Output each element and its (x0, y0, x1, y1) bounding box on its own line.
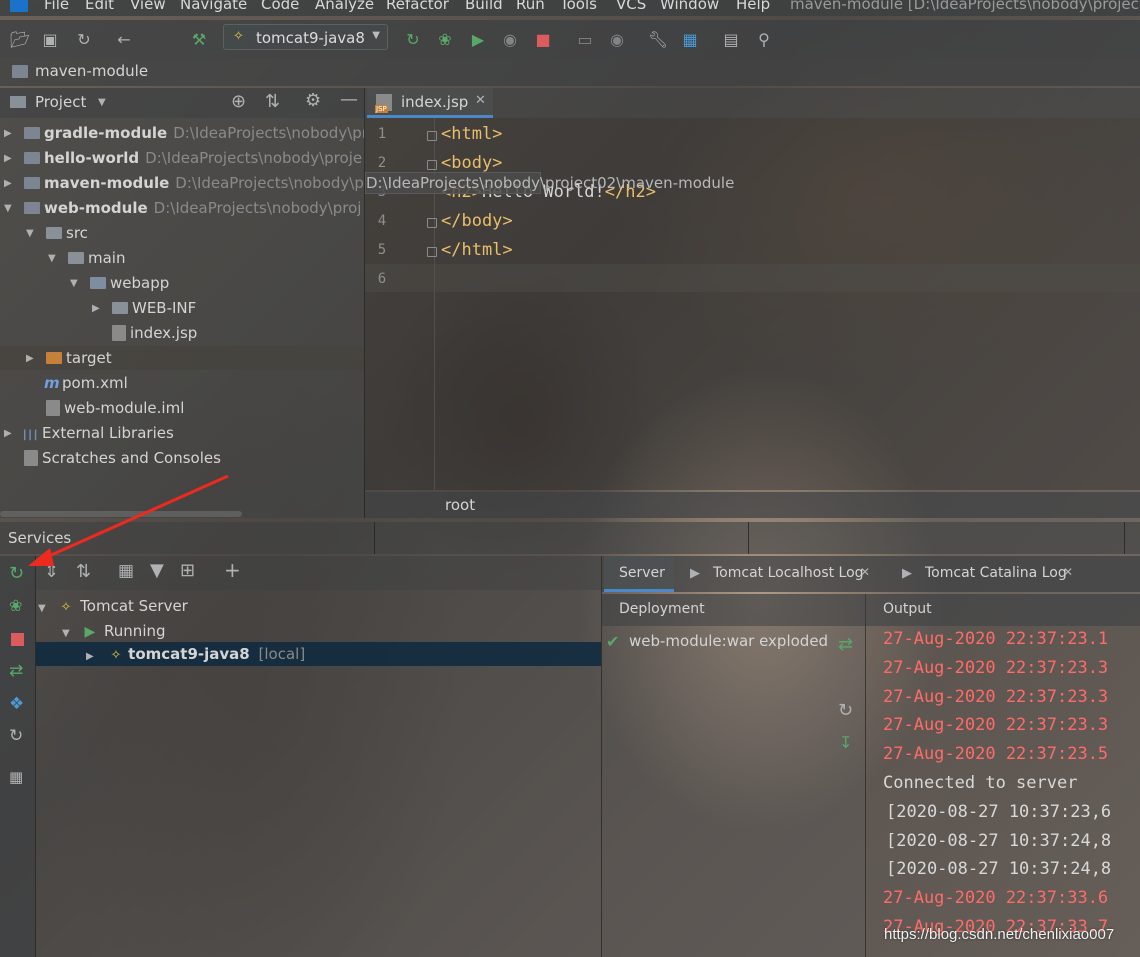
running-label: Running (104, 622, 166, 640)
code-line: <html> (441, 124, 502, 144)
output-line: 27-Aug-2020 22:37:23.3 (883, 686, 1109, 707)
deployment-title: Deployment (619, 601, 705, 617)
check-icon: ✔ (606, 632, 620, 651)
fold-marker-icon[interactable] (427, 160, 437, 170)
tomcat-icon: ✧ (110, 648, 122, 663)
services-side-toolbar: ↻ ❀ ⇄ ❖ ↻ ▦ (0, 556, 35, 957)
output-line: 27-Aug-2020 22:37:23.3 (883, 657, 1109, 678)
chevron-down-icon: ▼ (62, 628, 70, 639)
redeploy-icon[interactable]: ⇄ (838, 634, 853, 655)
tomcat-server-label: Tomcat Server (80, 597, 188, 615)
deploy-icon[interactable]: ⇄ (9, 661, 23, 681)
watermark: https://blog.csdn.net/chenlixiao007 (884, 926, 1115, 943)
html-tag-token: </body> (441, 211, 513, 231)
output-line: [2020-08-27 10:37:23,6 (886, 801, 1112, 822)
output-line: [2020-08-27 10:37:24,8 (886, 859, 1112, 880)
debug-icon[interactable]: ❀ (9, 596, 22, 615)
console-icon: ▶ (902, 566, 912, 581)
tooltip-text: D:\IdeaProjects\nobody\project02\maven-m… (366, 174, 735, 192)
stop-icon[interactable] (11, 633, 24, 646)
output-lines: 27-Aug-2020 22:37:23.1 27-Aug-2020 22:37:… (866, 626, 1140, 957)
code-line: </html> (441, 240, 513, 260)
output-line: 27-Aug-2020 22:37:33.6 (883, 888, 1109, 909)
output-header: Output (866, 594, 1140, 626)
tab-server-label: Server (619, 565, 665, 581)
deployment-list: ✔ web-module:war exploded ⇄ ↻ ↧ (602, 626, 865, 957)
fold-marker-icon[interactable] (427, 218, 437, 228)
tab-catalina-log[interactable]: Tomcat Catalina Log (925, 565, 1067, 581)
html-tag-token: <html> (441, 124, 503, 144)
line-number: 2 (377, 155, 387, 171)
annotation-arrow (28, 474, 229, 566)
tree-row-running[interactable]: ▼ ▶ Running (62, 619, 166, 643)
line-number: 5 (377, 242, 387, 258)
editor-breadcrumb[interactable]: root (445, 496, 475, 514)
close-tab-icon[interactable]: ✕ (860, 565, 870, 579)
output-line: 27-Aug-2020 22:37:23.5 (883, 744, 1109, 765)
tree-row-tomcat-config-content: ▶ ✧ tomcat9-java8 [local] (86, 642, 305, 666)
line-number: 4 (377, 213, 387, 229)
output-line: 27-Aug-2020 22:37:23.1 (883, 629, 1109, 649)
server-tab-bar: Server ▶ Tomcat Localhost Log ✕ ▶ Tomcat… (602, 556, 1140, 592)
tree-row-tomcat-server[interactable]: ▼ ✧ Tomcat Server (38, 594, 188, 618)
line-number: 6 (377, 271, 387, 287)
deployment-header: Deployment (602, 594, 865, 626)
chevron-right-icon: ▶ (86, 651, 94, 662)
output-line: [2020-08-27 10:37:24,8 (886, 830, 1112, 851)
line-number: 1 (377, 126, 387, 142)
fold-marker-icon[interactable] (427, 247, 437, 257)
html-tag-token: <body> (441, 153, 503, 173)
output-line: 27-Aug-2020 22:37:23.3 (883, 715, 1109, 736)
deployment-item[interactable]: web-module:war exploded (629, 632, 828, 650)
tomcat-config-label: tomcat9-java8 (128, 645, 250, 663)
layout-icon[interactable]: ▦ (9, 768, 23, 786)
code-lines: 1<html>2<body>3<h2>Hello World!</h2>4</b… (0, 0, 1140, 490)
output-line: Connected to server (883, 773, 1078, 793)
local-tag: [local] (258, 645, 306, 663)
editor-breadcrumb-bar: root (365, 492, 1140, 518)
artifact-icon[interactable]: ❖ (9, 694, 24, 714)
code-line: <body> (441, 153, 502, 173)
tomcat-icon: ✧ (60, 600, 72, 615)
tab-server[interactable]: Server (604, 556, 674, 592)
play-icon: ▶ (84, 624, 96, 640)
refresh-icon[interactable]: ↻ (9, 726, 23, 746)
html-tag-token: </html> (441, 240, 513, 260)
path-tooltip: D:\IdeaProjects\nobody\project02\maven-m… (365, 172, 734, 194)
fold-marker-icon[interactable] (427, 131, 437, 141)
refresh-icon[interactable]: ↻ (838, 700, 853, 721)
console-icon: ▶ (690, 566, 700, 581)
code-line: </body> (441, 211, 513, 231)
close-tab-icon[interactable]: ✕ (1063, 565, 1073, 579)
chevron-down-icon: ▼ (38, 603, 46, 614)
deploy-down-icon[interactable]: ↧ (839, 733, 852, 752)
output-title: Output (883, 601, 932, 617)
tab-localhost-log[interactable]: Tomcat Localhost Log (713, 565, 864, 581)
